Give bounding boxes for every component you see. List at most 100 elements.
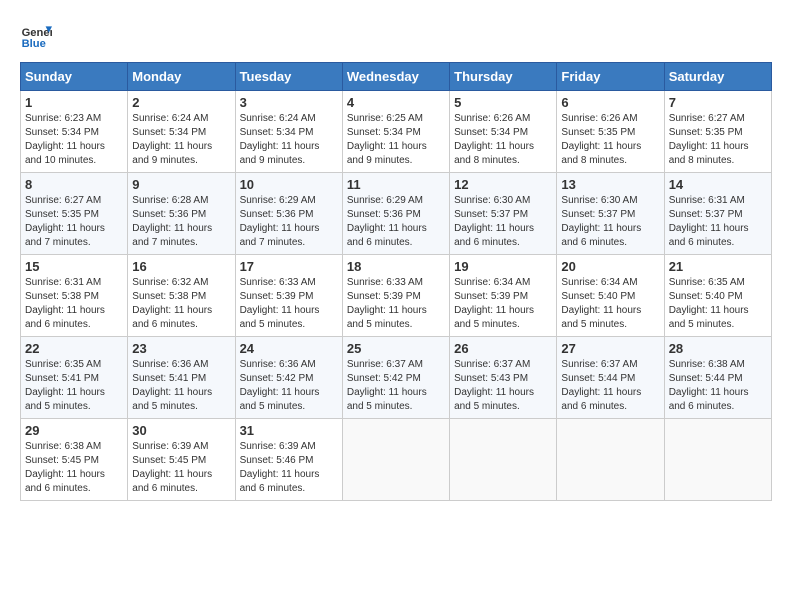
calendar-cell: 1Sunrise: 6:23 AMSunset: 5:34 PMDaylight… [21, 91, 128, 173]
day-number: 13 [561, 177, 659, 192]
day-number: 10 [240, 177, 338, 192]
day-info: Sunrise: 6:33 AMSunset: 5:39 PMDaylight:… [240, 276, 338, 332]
day-info: Sunrise: 6:37 AMSunset: 5:42 PMDaylight:… [347, 358, 445, 414]
calendar-cell: 9 Sunrise: 6:28 AMSunset: 5:36 PMDaylight… [128, 173, 235, 255]
column-header-tuesday: Tuesday [235, 63, 342, 91]
day-number: 8 [25, 177, 123, 192]
calendar-cell: 15 Sunrise: 6:31 AMSunset: 5:38 PMDayligh… [21, 255, 128, 337]
day-info: Sunrise: 6:28 AMSunset: 5:36 PMDaylight:… [132, 194, 230, 250]
day-number: 21 [669, 259, 767, 274]
calendar-table: SundayMondayTuesdayWednesdayThursdayFrid… [20, 62, 772, 501]
calendar-cell: 29 Sunrise: 6:38 AMSunset: 5:45 PMDayligh… [21, 419, 128, 501]
day-number: 9 [132, 177, 230, 192]
day-number: 17 [240, 259, 338, 274]
day-info: Sunrise: 6:30 AMSunset: 5:37 PMDaylight:… [561, 194, 659, 250]
day-info: Sunrise: 6:39 AMSunset: 5:45 PMDaylight:… [132, 440, 230, 496]
calendar-cell [557, 419, 664, 501]
day-number: 27 [561, 341, 659, 356]
calendar-cell: 16 Sunrise: 6:32 AMSunset: 5:38 PMDayligh… [128, 255, 235, 337]
day-info: Sunrise: 6:38 AMSunset: 5:45 PMDaylight:… [25, 440, 123, 496]
calendar-cell: 22 Sunrise: 6:35 AMSunset: 5:41 PMDayligh… [21, 337, 128, 419]
logo: General Blue [20, 20, 52, 52]
calendar-cell: 11 Sunrise: 6:29 AMSunset: 5:36 PMDayligh… [342, 173, 449, 255]
day-number: 23 [132, 341, 230, 356]
day-number: 31 [240, 423, 338, 438]
calendar-cell: 21Sunrise: 6:35 AMSunset: 5:40 PMDayligh… [664, 255, 771, 337]
calendar-row: 22 Sunrise: 6:35 AMSunset: 5:41 PMDayligh… [21, 337, 772, 419]
calendar-cell: 30 Sunrise: 6:39 AMSunset: 5:45 PMDayligh… [128, 419, 235, 501]
day-number: 16 [132, 259, 230, 274]
day-number: 3 [240, 95, 338, 110]
day-number: 12 [454, 177, 552, 192]
day-info: Sunrise: 6:26 AMSunset: 5:35 PMDaylight:… [561, 112, 659, 168]
column-header-saturday: Saturday [664, 63, 771, 91]
day-info: Sunrise: 6:29 AMSunset: 5:36 PMDaylight:… [347, 194, 445, 250]
day-info: Sunrise: 6:26 AMSunset: 5:34 PMDaylight:… [454, 112, 552, 168]
calendar-cell: 13 Sunrise: 6:30 AMSunset: 5:37 PMDayligh… [557, 173, 664, 255]
day-number: 2 [132, 95, 230, 110]
day-info: Sunrise: 6:34 AMSunset: 5:39 PMDaylight:… [454, 276, 552, 332]
day-info: Sunrise: 6:29 AMSunset: 5:36 PMDaylight:… [240, 194, 338, 250]
calendar-cell: 24Sunrise: 6:36 AMSunset: 5:42 PMDayligh… [235, 337, 342, 419]
calendar-cell: 18 Sunrise: 6:33 AMSunset: 5:39 PMDayligh… [342, 255, 449, 337]
day-number: 25 [347, 341, 445, 356]
day-info: Sunrise: 6:36 AMSunset: 5:42 PMDaylight:… [240, 358, 338, 414]
day-info: Sunrise: 6:35 AMSunset: 5:41 PMDaylight:… [25, 358, 123, 414]
day-info: Sunrise: 6:24 AMSunset: 5:34 PMDaylight:… [132, 112, 230, 168]
day-info: Sunrise: 6:33 AMSunset: 5:39 PMDaylight:… [347, 276, 445, 332]
calendar-cell: 6 Sunrise: 6:26 AMSunset: 5:35 PMDaylight… [557, 91, 664, 173]
calendar-cell: 26Sunrise: 6:37 AMSunset: 5:43 PMDayligh… [450, 337, 557, 419]
day-info: Sunrise: 6:37 AMSunset: 5:43 PMDaylight:… [454, 358, 552, 414]
calendar-row: 29 Sunrise: 6:38 AMSunset: 5:45 PMDayligh… [21, 419, 772, 501]
calendar-cell: 31 Sunrise: 6:39 AMSunset: 5:46 PMDayligh… [235, 419, 342, 501]
day-number: 18 [347, 259, 445, 274]
header-row: SundayMondayTuesdayWednesdayThursdayFrid… [21, 63, 772, 91]
column-header-friday: Friday [557, 63, 664, 91]
day-info: Sunrise: 6:30 AMSunset: 5:37 PMDaylight:… [454, 194, 552, 250]
calendar-cell: 27 Sunrise: 6:37 AMSunset: 5:44 PMDayligh… [557, 337, 664, 419]
calendar-cell: 8 Sunrise: 6:27 AMSunset: 5:35 PMDaylight… [21, 173, 128, 255]
day-number: 11 [347, 177, 445, 192]
calendar-cell: 3 Sunrise: 6:24 AMSunset: 5:34 PMDaylight… [235, 91, 342, 173]
calendar-cell [450, 419, 557, 501]
day-number: 22 [25, 341, 123, 356]
day-number: 6 [561, 95, 659, 110]
calendar-cell [664, 419, 771, 501]
day-info: Sunrise: 6:24 AMSunset: 5:34 PMDaylight:… [240, 112, 338, 168]
column-header-wednesday: Wednesday [342, 63, 449, 91]
day-info: Sunrise: 6:32 AMSunset: 5:38 PMDaylight:… [132, 276, 230, 332]
calendar-cell: 19Sunrise: 6:34 AMSunset: 5:39 PMDayligh… [450, 255, 557, 337]
column-header-monday: Monday [128, 63, 235, 91]
day-info: Sunrise: 6:31 AMSunset: 5:37 PMDaylight:… [669, 194, 767, 250]
calendar-cell [342, 419, 449, 501]
calendar-cell: 4Sunrise: 6:25 AMSunset: 5:34 PMDaylight… [342, 91, 449, 173]
day-number: 4 [347, 95, 445, 110]
calendar-cell: 12 Sunrise: 6:30 AMSunset: 5:37 PMDayligh… [450, 173, 557, 255]
day-info: Sunrise: 6:27 AMSunset: 5:35 PMDaylight:… [25, 194, 123, 250]
calendar-cell: 14 Sunrise: 6:31 AMSunset: 5:37 PMDayligh… [664, 173, 771, 255]
calendar-row: 8 Sunrise: 6:27 AMSunset: 5:35 PMDaylight… [21, 173, 772, 255]
day-number: 15 [25, 259, 123, 274]
day-info: Sunrise: 6:39 AMSunset: 5:46 PMDaylight:… [240, 440, 338, 496]
column-header-sunday: Sunday [21, 63, 128, 91]
day-number: 28 [669, 341, 767, 356]
day-info: Sunrise: 6:31 AMSunset: 5:38 PMDaylight:… [25, 276, 123, 332]
day-number: 30 [132, 423, 230, 438]
calendar-cell: 28 Sunrise: 6:38 AMSunset: 5:44 PMDayligh… [664, 337, 771, 419]
day-info: Sunrise: 6:38 AMSunset: 5:44 PMDaylight:… [669, 358, 767, 414]
day-number: 29 [25, 423, 123, 438]
calendar-cell: 20Sunrise: 6:34 AMSunset: 5:40 PMDayligh… [557, 255, 664, 337]
calendar-cell: 5 Sunrise: 6:26 AMSunset: 5:34 PMDaylight… [450, 91, 557, 173]
day-info: Sunrise: 6:34 AMSunset: 5:40 PMDaylight:… [561, 276, 659, 332]
calendar-cell: 25 Sunrise: 6:37 AMSunset: 5:42 PMDayligh… [342, 337, 449, 419]
svg-text:Blue: Blue [22, 38, 46, 50]
day-info: Sunrise: 6:36 AMSunset: 5:41 PMDaylight:… [132, 358, 230, 414]
day-number: 14 [669, 177, 767, 192]
day-number: 5 [454, 95, 552, 110]
logo-icon: General Blue [20, 20, 52, 52]
header: General Blue [20, 20, 772, 52]
calendar-row: 1Sunrise: 6:23 AMSunset: 5:34 PMDaylight… [21, 91, 772, 173]
calendar-cell: 10 Sunrise: 6:29 AMSunset: 5:36 PMDayligh… [235, 173, 342, 255]
calendar-cell: 2 Sunrise: 6:24 AMSunset: 5:34 PMDaylight… [128, 91, 235, 173]
day-info: Sunrise: 6:37 AMSunset: 5:44 PMDaylight:… [561, 358, 659, 414]
